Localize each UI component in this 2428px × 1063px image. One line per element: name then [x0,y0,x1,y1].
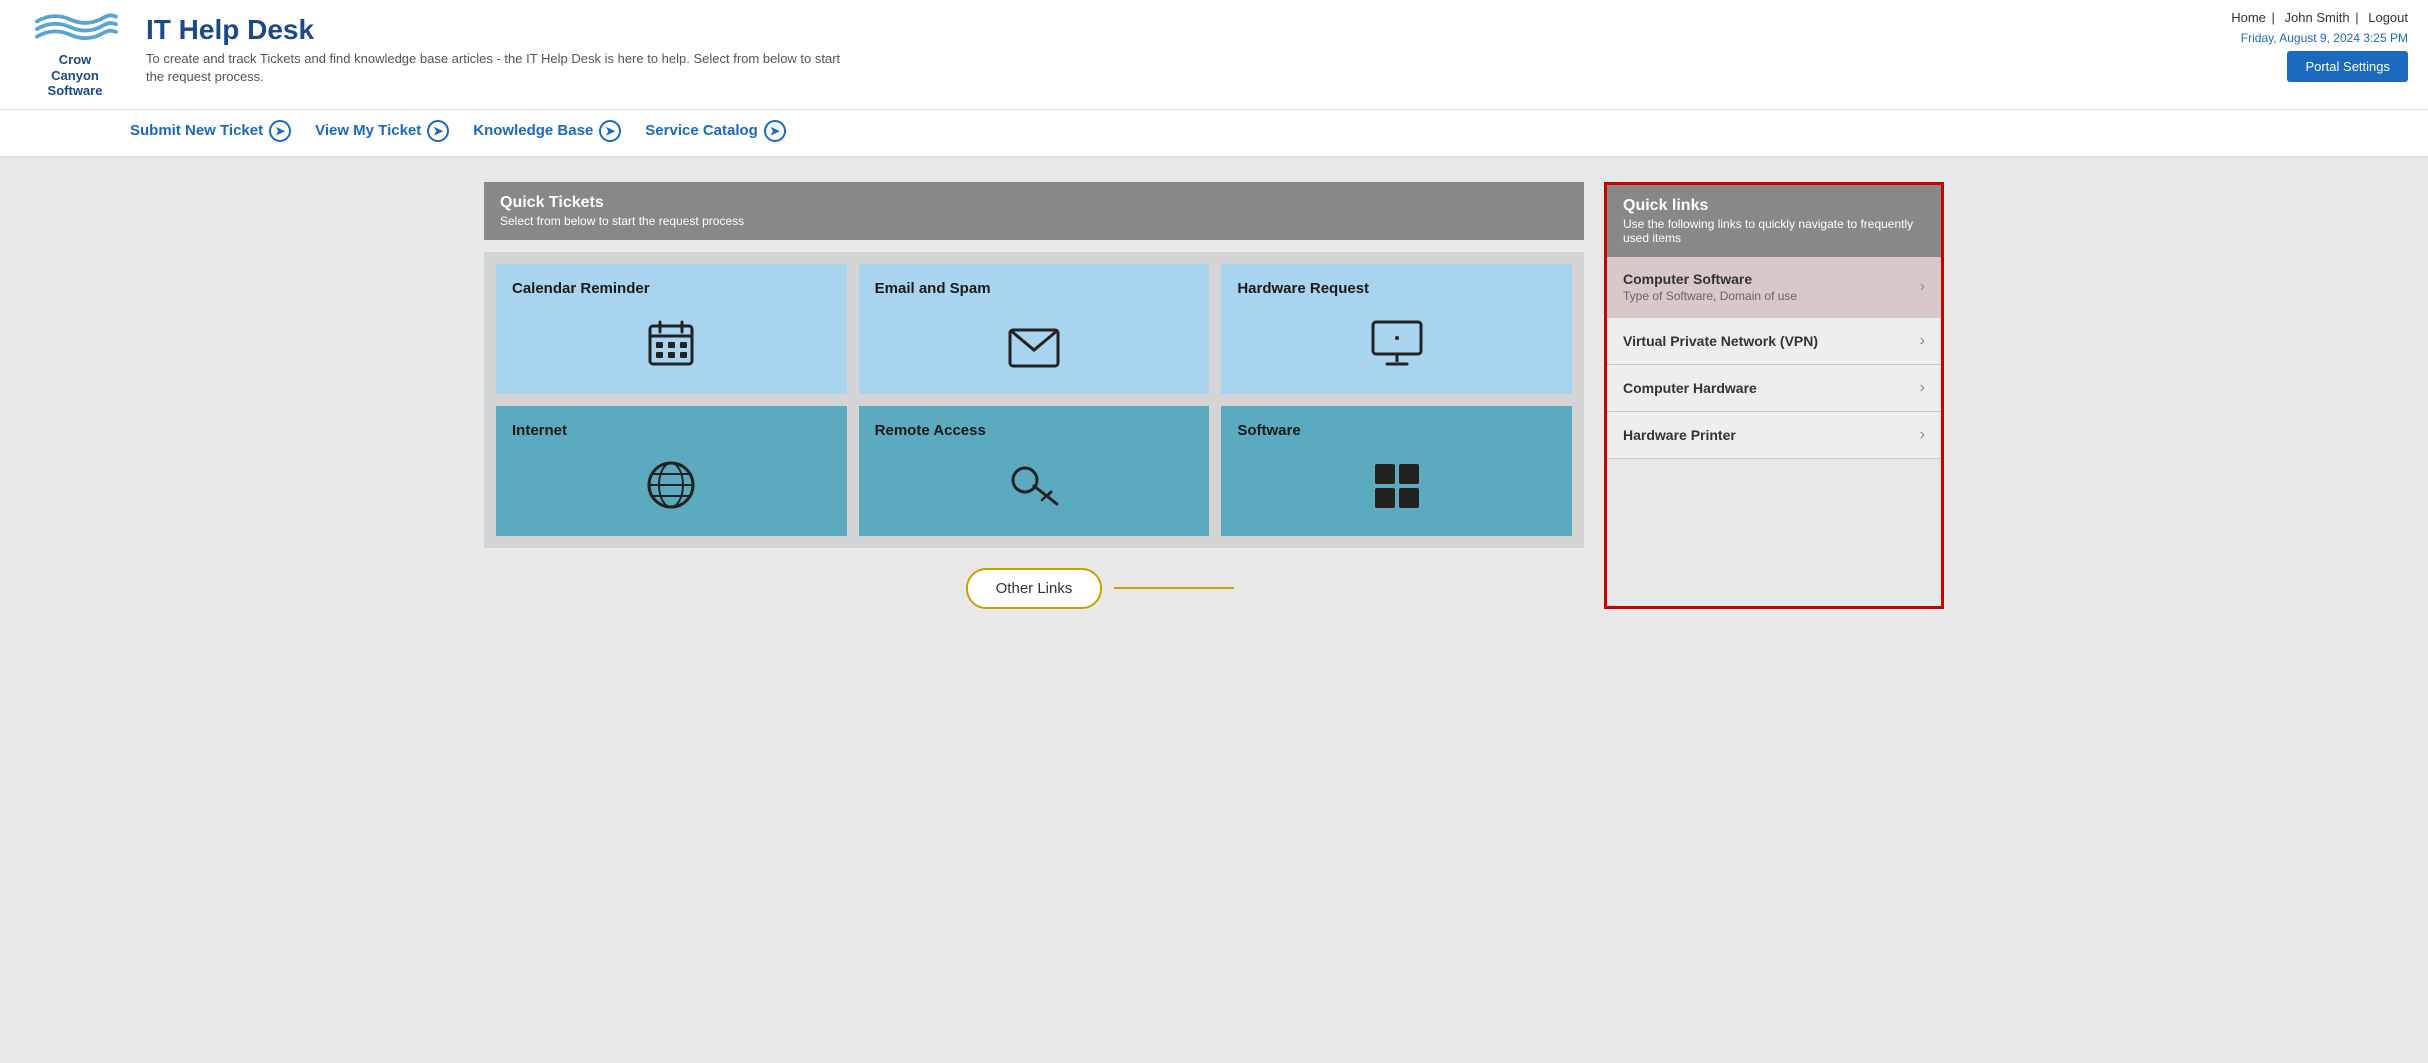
ticket-card-internet[interactable]: Internet [496,406,847,536]
quick-links-header: Quick links Use the following links to q… [1607,185,1941,257]
header-nav-links: Home | John Smith | Logout [2227,10,2408,25]
chevron-right-icon: › [1920,332,1925,350]
logo-area: Crow Canyon Software [20,10,130,99]
header-title-area: IT Help Desk To create and track Tickets… [146,10,846,86]
sc-arrow-icon: ➤ [764,120,786,142]
quick-link-item-computer-software[interactable]: Computer Software Type of Software, Doma… [1607,257,1941,318]
ticket-card-title: Software [1237,422,1300,439]
globe-icon [646,460,696,520]
header-date: Friday, August 9, 2024 3:25 PM [2241,31,2408,45]
ticket-card-hardware-request[interactable]: Hardware Request [1221,264,1572,394]
kb-arrow-icon: ➤ [599,120,621,142]
nav-link-submit-new-ticket[interactable]: Submit New Ticket ➤ [130,120,291,142]
ticket-card-title: Email and Spam [875,280,991,297]
home-link[interactable]: Home [2231,10,2266,25]
quick-tickets-title: Quick Tickets [500,194,1568,212]
ticket-card-calendar-reminder[interactable]: Calendar Reminder [496,264,847,394]
other-links-button[interactable]: Other Links [966,568,1103,609]
windows-icon [1373,462,1421,520]
key-icon [1009,460,1059,520]
quick-link-item-hardware-printer[interactable]: Hardware Printer › [1607,412,1941,459]
ql-item-title: Computer Software [1623,271,1797,287]
header-left: Crow Canyon Software IT Help Desk To cre… [20,10,846,99]
ticket-card-title: Internet [512,422,567,439]
nav-link-knowledge-base[interactable]: Knowledge Base ➤ [473,120,621,142]
ticket-card-title: Hardware Request [1237,280,1369,297]
main-content: Quick Tickets Select from below to start… [464,158,1964,633]
chevron-right-icon: › [1920,278,1925,296]
quick-tickets-area: Quick Tickets Select from below to start… [484,182,1584,609]
ticket-card-title: Remote Access [875,422,986,439]
email-icon [1008,328,1060,378]
view-arrow-icon: ➤ [427,120,449,142]
chevron-right-icon: › [1920,426,1925,444]
submit-arrow-icon: ➤ [269,120,291,142]
quick-links-area: Quick links Use the following links to q… [1604,182,1944,609]
header: Crow Canyon Software IT Help Desk To cre… [0,0,2428,110]
quick-tickets-header: Quick Tickets Select from below to start… [484,182,1584,240]
ql-item-title: Virtual Private Network (VPN) [1623,333,1818,349]
tickets-grid: Calendar Reminder [484,252,1584,548]
quick-tickets-subtitle: Select from below to start the request p… [500,214,1568,228]
ticket-card-title: Calendar Reminder [512,280,650,297]
quick-links-title: Quick links [1623,197,1925,215]
chevron-right-icon: › [1920,379,1925,397]
portal-settings-button[interactable]: Portal Settings [2287,51,2408,82]
ticket-card-email-spam[interactable]: Email and Spam [859,264,1210,394]
other-links-connector-line [1114,587,1234,589]
logo-waves-icon [30,10,120,50]
monitor-icon [1371,320,1423,378]
quick-link-item-vpn[interactable]: Virtual Private Network (VPN) › [1607,318,1941,365]
logout-link[interactable]: Logout [2368,10,2408,25]
page-title: IT Help Desk [146,14,846,46]
ticket-card-software[interactable]: Software [1221,406,1572,536]
nav-link-service-catalog[interactable]: Service Catalog ➤ [645,120,786,142]
nav-link-view-my-ticket[interactable]: View My Ticket ➤ [315,120,449,142]
nav-bar: Submit New Ticket ➤ View My Ticket ➤ Kno… [0,110,2428,158]
ticket-card-remote-access[interactable]: Remote Access [859,406,1210,536]
ql-item-title: Hardware Printer [1623,427,1736,443]
logo-text: Crow Canyon Software [48,52,103,99]
calendar-icon [646,318,696,378]
header-right: Home | John Smith | Logout Friday, Augus… [2227,10,2408,82]
header-subtitle: To create and track Tickets and find kno… [146,50,846,86]
quick-links-subtitle: Use the following links to quickly navig… [1623,217,1925,245]
ql-item-title: Computer Hardware [1623,380,1757,396]
user-link[interactable]: John Smith [2285,10,2350,25]
quick-link-item-computer-hardware[interactable]: Computer Hardware › [1607,365,1941,412]
ql-item-sub: Type of Software, Domain of use [1623,289,1797,303]
